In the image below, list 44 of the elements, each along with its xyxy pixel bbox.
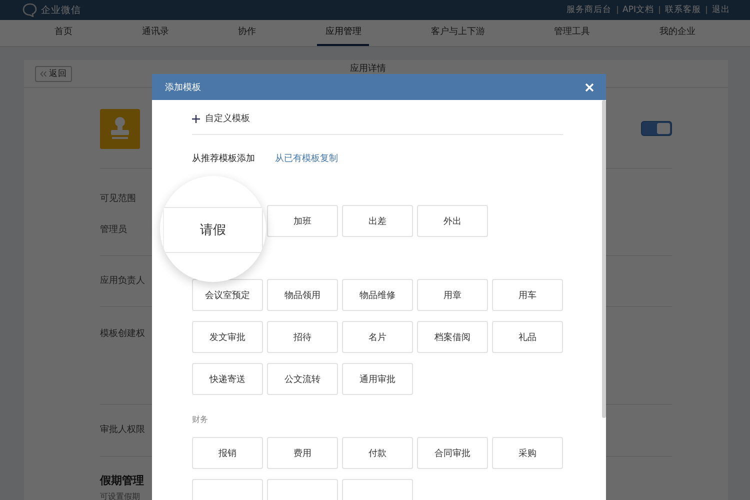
field-label: 管理员	[100, 224, 127, 236]
template-tile[interactable]: 付款	[342, 437, 413, 469]
source-tab[interactable]: 从已有模板复制	[275, 152, 338, 165]
section-description: 可设置假期	[100, 491, 140, 500]
template-tile[interactable]: 采购	[492, 437, 563, 469]
stamp-icon	[100, 109, 140, 149]
template-tile[interactable]: 公文流转	[267, 363, 338, 395]
template-tile[interactable]: 名片	[342, 321, 413, 353]
template-tile[interactable]: 报销	[192, 437, 263, 469]
section-title: 假期管理	[100, 473, 144, 488]
template-tile[interactable]: 发文审批	[192, 321, 263, 353]
template-tile[interactable]: 物品领用	[267, 279, 338, 311]
template-tile[interactable]: 通用审批	[342, 363, 413, 395]
field-label: 应用负责人	[100, 274, 145, 287]
field-label: 模板创建权	[100, 328, 145, 340]
chat-bubble-icon	[22, 3, 38, 17]
template-tile[interactable]: 快递寄送	[192, 363, 263, 395]
dialog-title: 添加模板	[165, 82, 201, 94]
field-label: 审批人权限	[100, 424, 145, 436]
template-tile[interactable]: 外出	[417, 205, 488, 237]
template-tile[interactable]: 礼品	[492, 321, 563, 353]
magnified-tile: 请假	[163, 207, 263, 253]
close-icon	[585, 82, 594, 92]
template-tile[interactable]: 招待	[267, 321, 338, 353]
template-tile[interactable]: 出差	[342, 205, 413, 237]
toggle-switch[interactable]	[641, 121, 672, 136]
close-button[interactable]	[583, 80, 596, 94]
template-tile[interactable]: 费用	[267, 437, 338, 469]
template-tile[interactable]: 合同审批	[417, 437, 488, 469]
template-tile[interactable]: 档案借阅	[417, 321, 488, 353]
scrollbar-thumb[interactable]	[602, 100, 606, 418]
template-tile[interactable]: 加班	[267, 205, 338, 237]
field-label: 可见范围	[100, 192, 136, 205]
brand-name: 企业微信	[41, 4, 81, 16]
template-tile[interactable]: 用章	[417, 279, 488, 311]
template-tile[interactable]: 用车	[492, 279, 563, 311]
template-tile[interactable]: 物品维修	[342, 279, 413, 311]
plus-icon	[192, 114, 200, 122]
page-title: 应用详情	[350, 62, 386, 75]
double-chevron-icon	[40, 70, 47, 76]
template-tile[interactable]: 会议室预定	[192, 279, 263, 311]
add-custom-link[interactable]: 自定义模板	[192, 112, 563, 125]
category-heading: 财务	[192, 414, 208, 424]
source-tab[interactable]: 从推荐模板添加	[192, 152, 255, 165]
